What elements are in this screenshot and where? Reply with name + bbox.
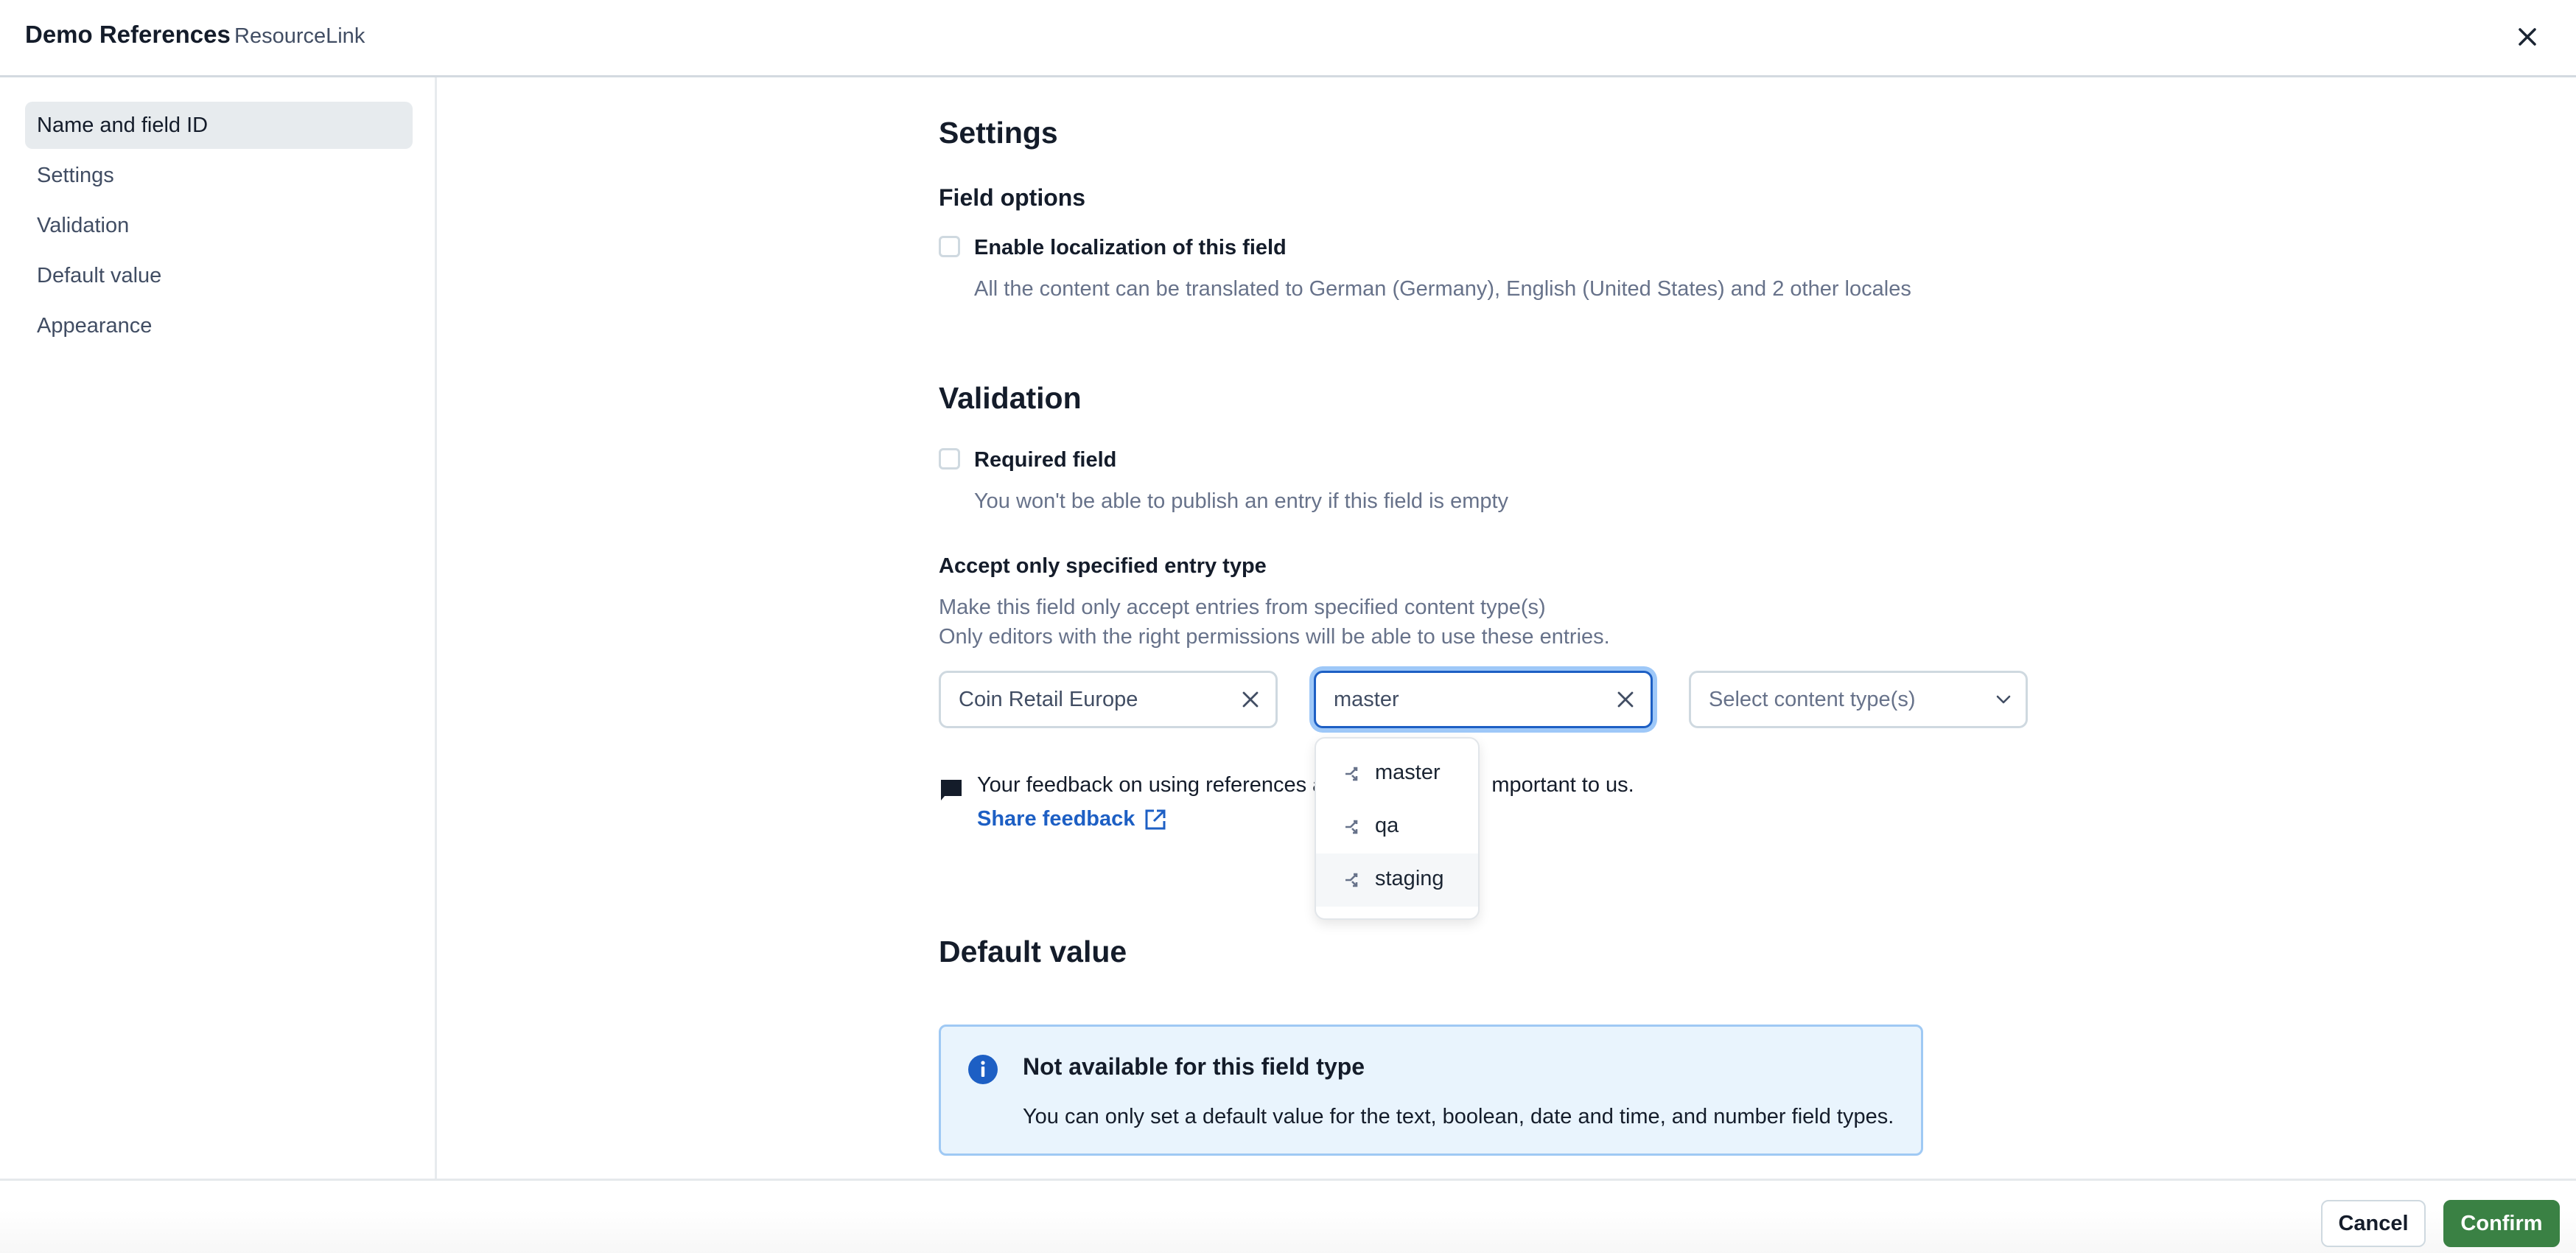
accept-entry-type-help-1: Make this field only accept entries from… xyxy=(939,596,1546,619)
option-label: master xyxy=(1375,761,1441,784)
sidebar-item-label: Default value xyxy=(37,264,162,287)
not-available-note: Not available for this field type You ca… xyxy=(939,1025,1923,1156)
sidebar-item-name-and-field-id[interactable]: Name and field ID xyxy=(25,102,413,149)
chevron-down-icon xyxy=(1996,695,2011,704)
space-select[interactable]: Coin Retail Europe xyxy=(939,671,1278,728)
environment-dropdown: master qa staging xyxy=(1315,737,1480,920)
content-type-dropdown-toggle[interactable] xyxy=(1993,689,2014,710)
sidebar-item-label: Appearance xyxy=(37,314,153,338)
feedback-text-before: Your feedback on using references a xyxy=(977,773,1325,797)
modal-header: Demo References ResourceLink xyxy=(0,0,2576,77)
note-title: Not available for this field type xyxy=(1023,1053,1365,1080)
localization-label: Enable localization of this field xyxy=(974,236,1287,259)
required-field-checkbox[interactable] xyxy=(939,448,960,470)
environment-branch-icon xyxy=(1345,767,1358,781)
clear-environment-button[interactable] xyxy=(1615,689,1636,710)
sidebar-item-label: Validation xyxy=(37,214,130,237)
note-text: You can only set a default value for the… xyxy=(1023,1105,1894,1128)
sidebar-item-label: Name and field ID xyxy=(37,114,209,137)
environment-branch-icon xyxy=(1345,873,1358,887)
sidebar: Name and field ID Settings Validation De… xyxy=(0,77,437,1179)
required-field-label: Required field xyxy=(974,448,1117,472)
cancel-button[interactable]: Cancel xyxy=(2321,1200,2426,1247)
field-options-heading: Field options xyxy=(939,184,1086,211)
localization-help: All the content can be translated to Ger… xyxy=(974,277,1911,301)
settings-heading: Settings xyxy=(939,116,1058,150)
environment-option-master[interactable]: master xyxy=(1316,747,1478,800)
modal-title: Demo References xyxy=(25,21,231,48)
sidebar-item-label: Settings xyxy=(37,164,114,187)
close-icon xyxy=(2519,28,2536,46)
environment-option-qa[interactable]: qa xyxy=(1316,800,1478,854)
option-label: staging xyxy=(1375,867,1444,890)
localization-checkbox[interactable] xyxy=(939,236,960,257)
confirm-button[interactable]: Confirm xyxy=(2443,1200,2560,1247)
environment-input-value: master xyxy=(1334,688,1399,711)
main-content: Settings Field options Enable localizati… xyxy=(439,77,2576,1179)
modal-footer: Cancel Confirm xyxy=(0,1179,2576,1253)
field-type-label: ResourceLink xyxy=(234,24,365,48)
close-icon xyxy=(1617,691,1634,708)
accept-entry-type-label: Accept only specified entry type xyxy=(939,554,1267,578)
chat-bubble-icon xyxy=(939,778,964,806)
validation-heading: Validation xyxy=(939,381,1082,415)
feedback-text-after: mportant to us. xyxy=(1491,773,1634,797)
required-field-help: You won't be able to publish an entry if… xyxy=(974,489,1509,513)
default-value-heading: Default value xyxy=(939,935,1127,968)
share-feedback-label: Share feedback xyxy=(977,807,1135,831)
external-link-icon xyxy=(1145,809,1166,829)
info-icon xyxy=(967,1054,998,1089)
close-button[interactable] xyxy=(2513,22,2542,52)
clear-space-button[interactable] xyxy=(1240,689,1261,710)
sidebar-item-settings[interactable]: Settings xyxy=(25,152,413,199)
close-icon xyxy=(1242,691,1259,708)
content-type-placeholder: Select content type(s) xyxy=(1709,688,1916,711)
share-feedback-link[interactable]: Share feedback xyxy=(977,807,1167,831)
content-type-select[interactable]: Select content type(s) xyxy=(1689,671,2028,728)
feedback-text: Your feedback on using references a mport… xyxy=(977,773,1634,797)
sidebar-item-default-value[interactable]: Default value xyxy=(25,252,413,299)
environment-input[interactable]: master xyxy=(1314,671,1653,728)
environment-option-staging[interactable]: staging xyxy=(1316,854,1478,907)
environment-branch-icon xyxy=(1345,820,1358,834)
sidebar-item-validation[interactable]: Validation xyxy=(25,202,413,249)
option-label: qa xyxy=(1375,814,1399,837)
accept-entry-type-help-2: Only editors with the right permissions … xyxy=(939,625,1610,649)
sidebar-item-appearance[interactable]: Appearance xyxy=(25,302,413,349)
space-select-value: Coin Retail Europe xyxy=(959,688,1138,711)
